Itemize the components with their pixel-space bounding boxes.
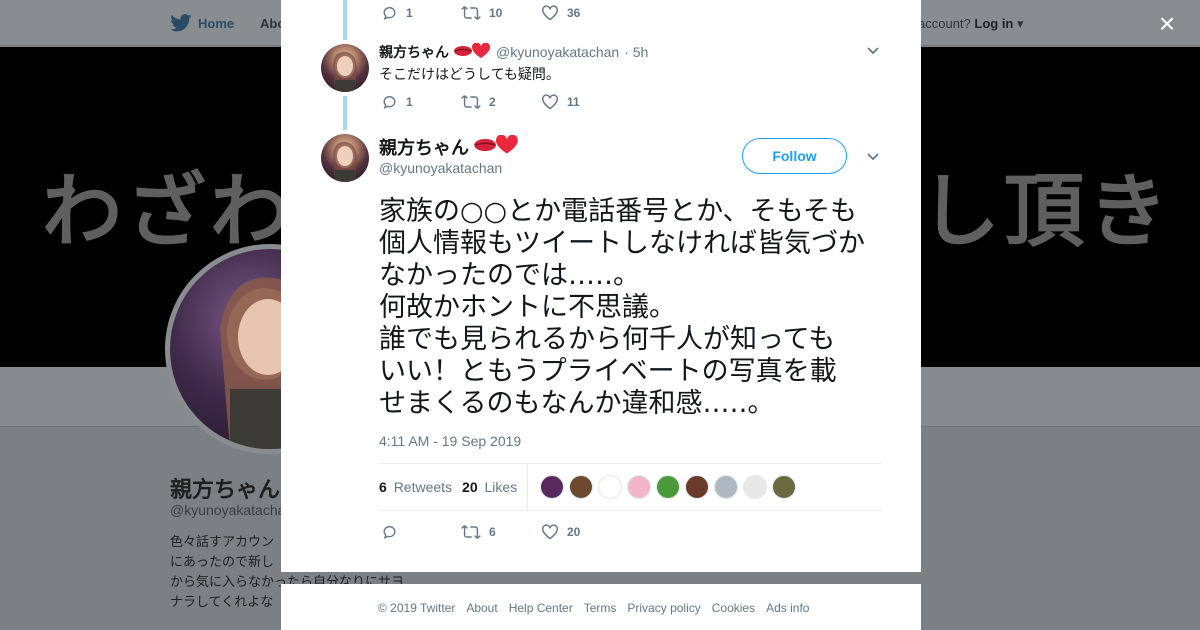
tweet-text-line: 何故かホントに不思議。 [379, 292, 676, 323]
tweet-modal: 1 10 36 親方ちゃん @kyunoyakatachan · 5h そこだけ… [281, 0, 921, 572]
footer-links: © 2019 Twitter About Help Center Terms P… [378, 601, 820, 615]
liker-avatar[interactable] [656, 475, 681, 499]
retweet-button[interactable]: 2 [461, 94, 541, 110]
reply-button[interactable]: 1 [381, 5, 461, 21]
tweet-text-line: 個人情報もツイートしなければ皆気づか [379, 228, 865, 259]
avatar-figure-icon [333, 141, 357, 182]
chevron-down-icon[interactable] [866, 150, 880, 164]
tweet-text: 家族の○○とか電話番号とか、そもそも 個人情報もツイートしなければ皆気づか なか… [379, 196, 887, 420]
liker-avatar[interactable] [685, 475, 710, 499]
footer-link-privacy[interactable]: Privacy policy [627, 601, 700, 615]
likes-label: Likes [484, 479, 518, 495]
follow-button[interactable]: Follow [742, 138, 847, 174]
thread-line [343, 0, 347, 40]
reply-button[interactable]: 1 [381, 94, 461, 110]
main-tweet-avatar[interactable] [321, 134, 369, 182]
main-author-name: 親方ちゃん [379, 138, 469, 158]
main-author-handle[interactable]: @kyunoyakatachan [379, 160, 502, 176]
lips-heart-emoji-icon [473, 134, 519, 160]
profile-handle: @kyunoyakatacha [170, 502, 286, 518]
footer-link-about[interactable]: About [466, 601, 497, 615]
footer-copyright: © 2019 Twitter [378, 601, 456, 615]
nav-home-label: Home [198, 15, 235, 31]
retweet-button[interactable]: 10 [461, 5, 541, 21]
like-button[interactable]: 36 [541, 5, 621, 21]
nav-account[interactable]: account? Log in ▾ [918, 16, 1024, 32]
main-author-name-row[interactable]: 親方ちゃん [379, 134, 519, 160]
tweet-text-line: せまくるのもなんか違和感…‥。 [379, 388, 775, 419]
reply-header: 親方ちゃん @kyunoyakatachan · 5h [379, 41, 648, 62]
retweets-stat[interactable]: 6 Retweets [379, 479, 452, 495]
like-count: 36 [567, 6, 581, 20]
liker-avatar[interactable] [714, 475, 739, 499]
heart-icon [542, 524, 558, 540]
reply-author-name[interactable]: 親方ちゃん [379, 42, 449, 62]
retweet-icon [461, 525, 481, 539]
like-count: 11 [567, 95, 580, 109]
reply-icon [383, 95, 396, 109]
retweet-count: 10 [489, 6, 503, 20]
retweet-button[interactable]: 6 [461, 524, 541, 540]
liker-avatar[interactable] [569, 475, 594, 499]
nav-home[interactable]: Home [170, 14, 234, 32]
footer-link-terms[interactable]: Terms [584, 601, 617, 615]
footer-link-cookies[interactable]: Cookies [712, 601, 755, 615]
retweet-count: 2 [489, 95, 496, 109]
tweet-text-line: 誰でも見られるから何千人が知っても [379, 324, 836, 355]
footer-link-ads-info[interactable]: Ads info [766, 601, 809, 615]
twitter-bird-icon [170, 14, 192, 32]
retweets-label: Retweets [393, 479, 453, 495]
profile-name: 親方ちゃん [170, 477, 281, 502]
liker-avatar[interactable] [598, 475, 623, 499]
reply-text: そこだけはどうしても疑問。 [379, 66, 560, 82]
tweet-stats: 6 Retweets 20 Likes [379, 463, 881, 511]
like-count: 20 [567, 525, 581, 539]
avatar-figure-icon [333, 51, 357, 92]
reply-count: 1 [406, 6, 413, 20]
tweet-timestamp[interactable]: 4:11 AM - 19 Sep 2019 [379, 433, 521, 449]
retweet-icon [461, 95, 481, 109]
account-prompt: account? [918, 16, 971, 31]
liker-avatar[interactable] [627, 475, 652, 499]
liker-avatar[interactable] [743, 475, 768, 499]
retweet-icon [461, 6, 481, 20]
close-modal-button[interactable]: × [1153, 10, 1181, 38]
footer: © 2019 Twitter About Help Center Terms P… [281, 584, 921, 630]
stats-divider [527, 464, 529, 510]
lips-heart-emoji-icon [453, 41, 491, 62]
caret-down-icon: ▾ [1017, 16, 1024, 31]
retweets-count: 6 [379, 479, 387, 495]
reply-time[interactable]: · 5h [624, 44, 648, 60]
likes-stat[interactable]: 20 Likes [462, 479, 517, 495]
prev-tweet-actions: 1 10 36 [381, 5, 621, 21]
like-button[interactable]: 11 [541, 94, 621, 110]
thread-line [343, 96, 347, 130]
reply-count: 1 [406, 95, 413, 109]
banner-text-right: し頂き [920, 165, 1172, 258]
login-link[interactable]: Log in [974, 16, 1013, 31]
main-tweet-actions: 6 20 [381, 524, 621, 540]
retweet-count: 6 [489, 525, 496, 539]
chevron-down-icon[interactable] [866, 44, 880, 58]
footer-link-help-center[interactable]: Help Center [509, 601, 573, 615]
liker-avatar[interactable] [772, 475, 797, 499]
heart-icon [542, 5, 558, 21]
reply-avatar[interactable] [321, 44, 369, 92]
tweet-text-line: なかったのでは…‥。 [379, 260, 641, 291]
like-button[interactable]: 20 [541, 524, 621, 540]
reply-icon [383, 6, 396, 20]
reply-button[interactable] [381, 524, 461, 540]
tweet-text-line: 家族の○○とか電話番号とか、そもそも [379, 196, 858, 227]
reply-tweet-actions: 1 2 11 [381, 94, 621, 110]
heart-icon [542, 94, 558, 110]
liker-avatars [540, 475, 801, 499]
liker-avatar[interactable] [540, 475, 565, 499]
tweet-text-line: いい！ともうプライベートの写真を載 [379, 356, 837, 387]
reply-author-handle[interactable]: @kyunoyakatachan [496, 44, 619, 60]
reply-icon [383, 525, 396, 539]
likes-count: 20 [462, 479, 478, 495]
